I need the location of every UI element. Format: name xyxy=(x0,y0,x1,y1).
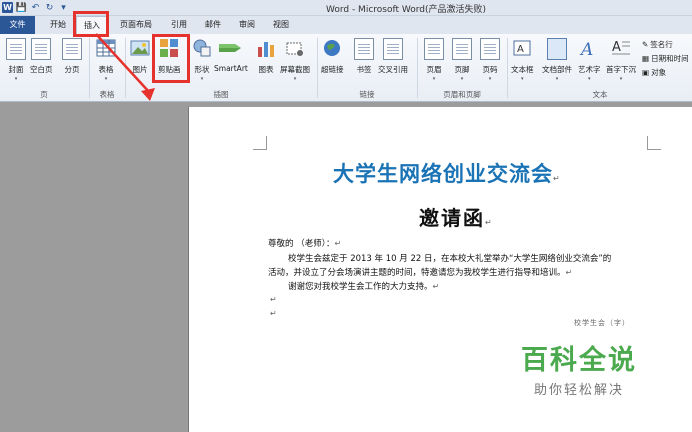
watermark-logo-text: 百科全说 xyxy=(521,345,637,376)
watermark: 百科全说 助你轻松解决 xyxy=(509,338,649,398)
watermark-tagline: 助你轻松解决 xyxy=(533,383,624,398)
